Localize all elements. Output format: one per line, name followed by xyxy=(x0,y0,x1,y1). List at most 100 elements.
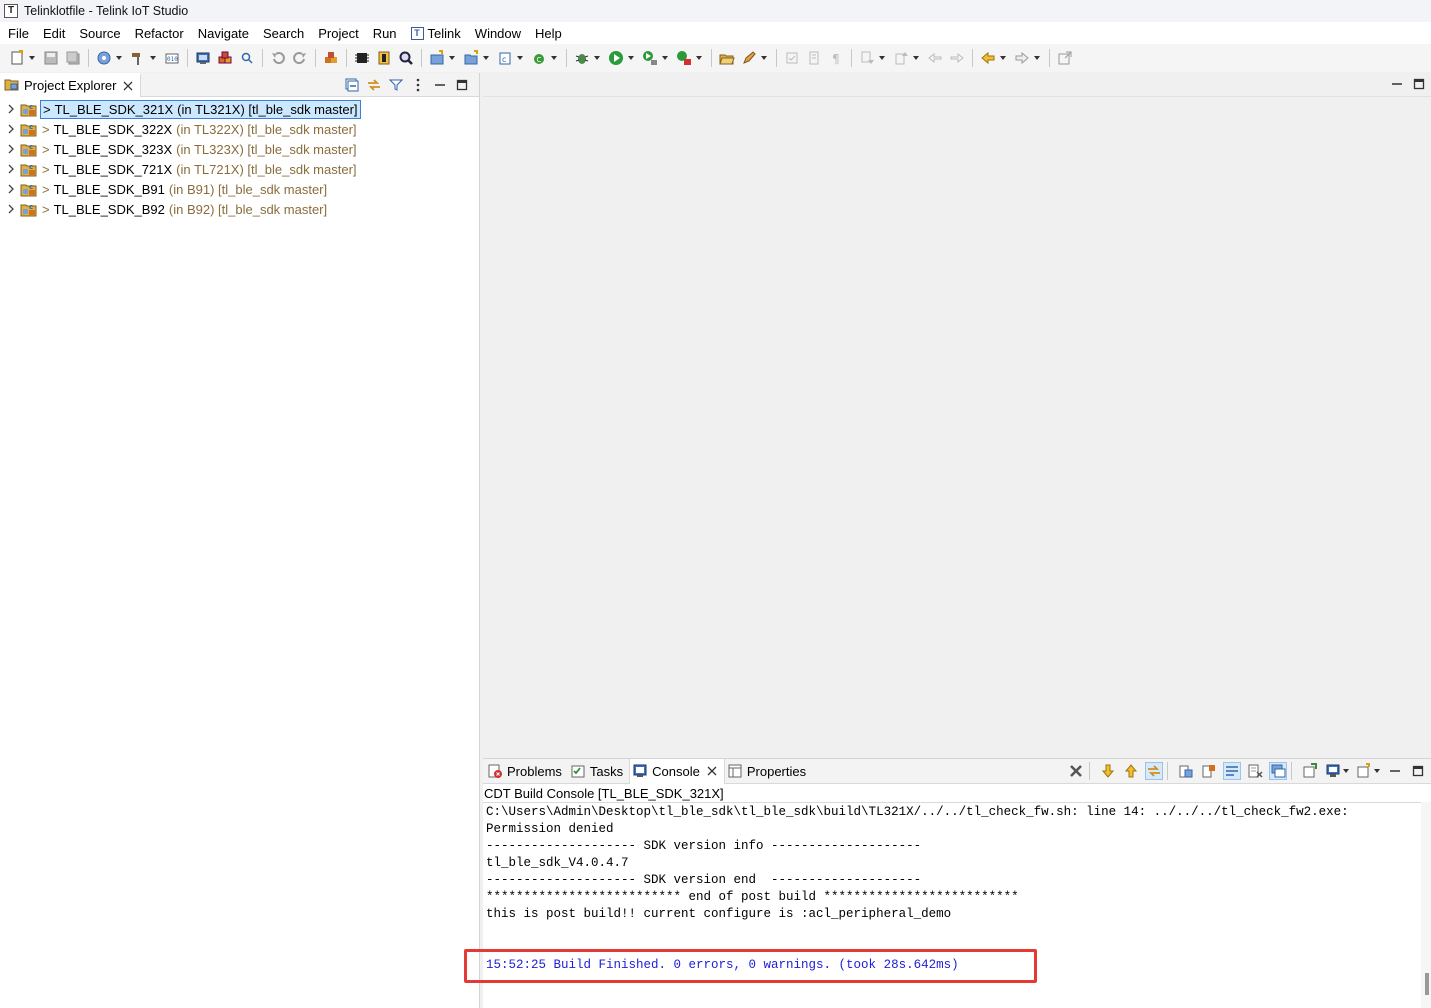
minimize-icon[interactable] xyxy=(1386,762,1404,780)
project-label[interactable]: > TL_BLE_SDK_B91 (in B91) [tl_ble_sdk ma… xyxy=(40,181,329,198)
build-config-icon[interactable] xyxy=(95,49,113,67)
last-edit-icon[interactable] xyxy=(926,49,944,67)
new-class-icon[interactable]: C xyxy=(530,49,548,67)
forward-arrow-icon[interactable] xyxy=(1013,49,1031,67)
flash-memory-icon[interactable] xyxy=(375,49,393,67)
project-label[interactable]: > TL_BLE_SDK_B92 (in B92) [tl_ble_sdk ma… xyxy=(40,201,329,218)
save-all-icon[interactable] xyxy=(64,49,82,67)
pin-console-icon[interactable] xyxy=(1269,762,1287,780)
console-scrollbar[interactable] xyxy=(1421,802,1431,1008)
console-output[interactable]: C:\Users\Admin\Desktop\tl_ble_sdk\tl_ble… xyxy=(464,802,1421,1008)
menu-telink[interactable]: T Telink xyxy=(410,26,461,41)
menu-navigate[interactable]: Navigate xyxy=(198,26,249,41)
new-project-icon[interactable] xyxy=(428,49,446,67)
collapse-all-icon[interactable] xyxy=(343,76,361,94)
pin-editor-icon[interactable] xyxy=(1056,49,1074,67)
menu-window[interactable]: Window xyxy=(475,26,521,41)
menu-project[interactable]: Project xyxy=(318,26,358,41)
menu-run[interactable]: Run xyxy=(373,26,397,41)
menu-search[interactable]: Search xyxy=(263,26,304,41)
pencil-icon[interactable] xyxy=(740,49,758,67)
display-console-dropdown[interactable] xyxy=(1342,762,1350,780)
tree-row-project[interactable]: c > TL_BLE_SDK_B91 (in B91) [tl_ble_sdk … xyxy=(0,179,479,199)
minimize-icon[interactable] xyxy=(1389,76,1405,92)
filter-icon[interactable] xyxy=(387,76,405,94)
run-icon[interactable] xyxy=(607,49,625,67)
new-source-icon[interactable]: c xyxy=(496,49,514,67)
menu-source[interactable]: Source xyxy=(79,26,120,41)
redo-icon[interactable] xyxy=(291,49,309,67)
build-config-dropdown[interactable] xyxy=(115,49,123,67)
open-console-icon[interactable] xyxy=(1301,762,1319,780)
forward-dropdown[interactable] xyxy=(1033,49,1041,67)
new-source-dropdown[interactable] xyxy=(516,49,524,67)
save-icon[interactable] xyxy=(42,49,60,67)
debug-bug-icon[interactable] xyxy=(573,49,591,67)
back-arrow-icon[interactable] xyxy=(979,49,997,67)
copy-build-log-icon[interactable] xyxy=(1177,762,1195,780)
magnifier-icon[interactable] xyxy=(397,49,415,67)
next-edit-icon[interactable] xyxy=(948,49,966,67)
link-with-editor-icon[interactable] xyxy=(365,76,383,94)
project-label[interactable]: > TL_BLE_SDK_322X (in TL322X) [tl_ble_sd… xyxy=(40,121,359,138)
pilcrow-icon[interactable]: ¶ xyxy=(827,49,845,67)
display-console-icon[interactable] xyxy=(1324,762,1342,780)
toggle-mark-icon[interactable] xyxy=(783,49,801,67)
chevron-right-icon[interactable] xyxy=(4,202,18,216)
view-menu-icon[interactable] xyxy=(409,76,427,94)
chevron-right-icon[interactable] xyxy=(4,182,18,196)
clear-console-icon[interactable] xyxy=(1246,762,1264,780)
maximize-icon[interactable] xyxy=(453,76,471,94)
search-small-icon[interactable] xyxy=(238,49,256,67)
modules-icon[interactable] xyxy=(322,49,340,67)
binary-icon[interactable]: 010 xyxy=(163,49,181,67)
maximize-icon[interactable] xyxy=(1411,76,1427,92)
tab-problems[interactable]: Problems xyxy=(485,759,568,784)
close-icon[interactable] xyxy=(122,80,134,92)
prev-annotation-icon[interactable] xyxy=(892,49,910,67)
chevron-right-icon[interactable] xyxy=(4,122,18,136)
minimize-icon[interactable] xyxy=(431,76,449,94)
word-wrap-icon[interactable] xyxy=(1223,762,1241,780)
project-label[interactable]: > TL_BLE_SDK_721X (in TL721X) [tl_ble_sd… xyxy=(40,161,359,178)
run-external-icon[interactable] xyxy=(641,49,659,67)
project-label[interactable]: > TL_BLE_SDK_321X (in TL321X) [tl_ble_sd… xyxy=(40,99,361,119)
link-with-editor-icon[interactable] xyxy=(1145,762,1163,780)
project-label[interactable]: > TL_BLE_SDK_323X (in TL323X) [tl_ble_sd… xyxy=(40,141,359,158)
close-icon[interactable] xyxy=(706,765,718,777)
undo-icon[interactable] xyxy=(269,49,287,67)
chevron-right-icon[interactable] xyxy=(4,162,18,176)
menu-help[interactable]: Help xyxy=(535,26,562,41)
new-dropdown[interactable] xyxy=(28,49,36,67)
menu-edit[interactable]: Edit xyxy=(43,26,65,41)
debug-dropdown[interactable] xyxy=(593,49,601,67)
tab-console[interactable]: Console xyxy=(629,758,725,784)
build-hammer-icon[interactable] xyxy=(129,49,147,67)
chevron-right-icon[interactable] xyxy=(4,102,18,116)
tab-project-explorer[interactable]: Project Explorer xyxy=(0,72,142,97)
prev-annotation-dropdown[interactable] xyxy=(912,49,920,67)
chip-icon[interactable] xyxy=(353,49,371,67)
open-folder-icon[interactable] xyxy=(718,49,736,67)
new-folder-icon[interactable] xyxy=(462,49,480,67)
new-folder-dropdown[interactable] xyxy=(482,49,490,67)
tree-row-project[interactable]: c > TL_BLE_SDK_322X (in TL322X) [tl_ble_… xyxy=(0,119,479,139)
remove-launch-icon[interactable] xyxy=(1067,762,1085,780)
new-project-dropdown[interactable] xyxy=(448,49,456,67)
menu-file[interactable]: File xyxy=(8,26,29,41)
maximize-icon[interactable] xyxy=(1409,762,1427,780)
tree-row-project[interactable]: c > TL_BLE_SDK_323X (in TL323X) [tl_ble_… xyxy=(0,139,479,159)
new-console-icon[interactable] xyxy=(1355,762,1373,780)
build-console-icon[interactable] xyxy=(1200,762,1218,780)
pencil-dropdown[interactable] xyxy=(760,49,768,67)
external-tools-icon[interactable] xyxy=(675,49,693,67)
tree-row-project[interactable]: c > TL_BLE_SDK_321X (in TL321X) [tl_ble_… xyxy=(0,99,479,119)
new-icon[interactable] xyxy=(8,49,26,67)
build-dropdown[interactable] xyxy=(149,49,157,67)
next-annotation-dropdown[interactable] xyxy=(878,49,886,67)
block-select-icon[interactable] xyxy=(805,49,823,67)
next-annotation-icon[interactable] xyxy=(858,49,876,67)
menu-refactor[interactable]: Refactor xyxy=(135,26,184,41)
run-external-dropdown[interactable] xyxy=(661,49,669,67)
arrow-down-icon[interactable] xyxy=(1099,762,1117,780)
